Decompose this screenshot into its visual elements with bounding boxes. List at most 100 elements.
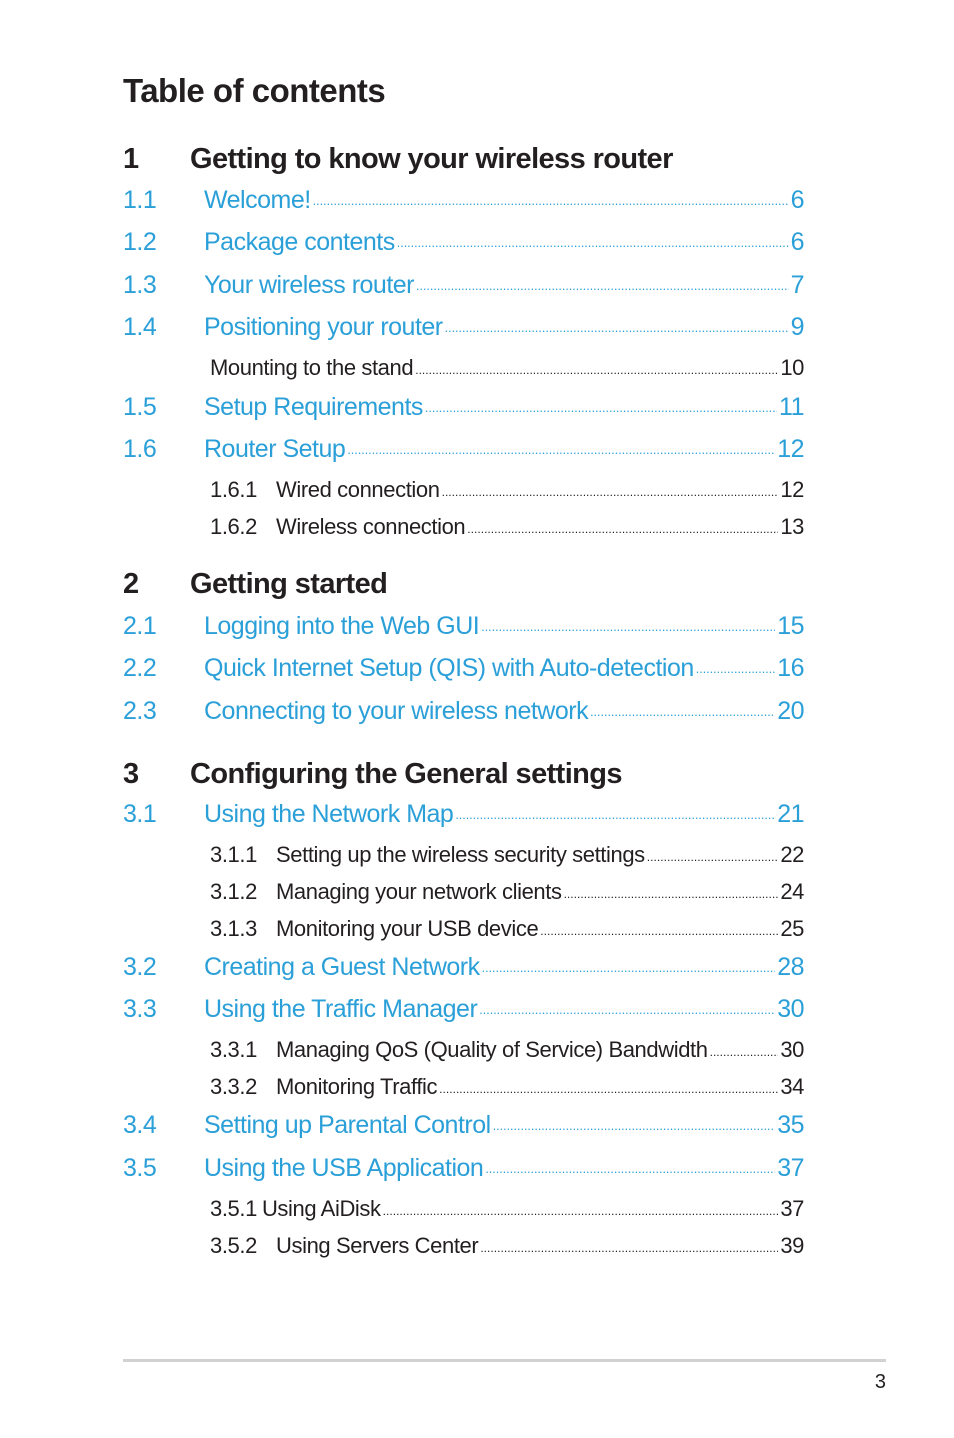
chapter-heading: 1 Getting to know your wireless router bbox=[123, 143, 823, 176]
toc-subsection-link[interactable]: 3.5.1Using AiDisk 37 bbox=[210, 1194, 804, 1222]
dot-leader bbox=[415, 353, 778, 375]
entry-number: 1.6.1 bbox=[210, 477, 257, 502]
entry-number: 3.2 bbox=[123, 953, 157, 981]
entry-number: 1.5 bbox=[123, 393, 157, 421]
entry-number: 3.3.2 bbox=[210, 1074, 257, 1099]
dot-leader bbox=[439, 1072, 778, 1094]
toc-subsection-link[interactable]: 1.6.2 Wireless connection 13 bbox=[210, 512, 804, 540]
entry-page-number: 12 bbox=[780, 477, 804, 502]
entry-number: 2.1 bbox=[123, 612, 157, 640]
entry-label: Quick Internet Setup (QIS) with Auto-det… bbox=[204, 654, 694, 682]
entry-label: Logging into the Web GUI bbox=[204, 612, 480, 640]
toc-section-link[interactable]: 2.2 Quick Internet Setup (QIS) with Auto-… bbox=[123, 651, 804, 683]
toc-section-link[interactable]: 3.3 Using the Traffic Manager 30 bbox=[123, 992, 804, 1024]
entry-number: 3.3.1 bbox=[210, 1037, 257, 1062]
entry-page-number: 28 bbox=[777, 953, 804, 981]
toc-subsection-link[interactable]: 1.6.1 Wired connection 12 bbox=[210, 475, 804, 503]
entry-label: Managing QoS (Quality of Service) Bandwi… bbox=[276, 1037, 708, 1062]
chapter-number: 1 bbox=[123, 143, 139, 175]
toc-section-link[interactable]: 1.3 Your wireless router 7 bbox=[123, 268, 805, 300]
toc-subsection-link[interactable]: 3.5.2 Using Servers Center 39 bbox=[210, 1231, 804, 1259]
entry-page-number: 13 bbox=[780, 514, 804, 539]
entry-label: Router Setup bbox=[204, 435, 346, 463]
entry-page-number: 30 bbox=[777, 995, 804, 1023]
entry-label: Setting up the wireless security setting… bbox=[276, 842, 645, 867]
entry-page-number: 9 bbox=[790, 313, 805, 341]
chapter-title: Configuring the General settings bbox=[190, 758, 623, 790]
toc-section-link[interactable]: 3.1 Using the Network Map 21 bbox=[123, 797, 804, 829]
toc-section-link[interactable]: 1.4 Positioning your router 9 bbox=[123, 310, 805, 342]
entry-label: Welcome! bbox=[204, 186, 311, 214]
entry-label: Connecting to your wireless network bbox=[204, 697, 589, 725]
entry-page-number: 21 bbox=[777, 800, 804, 828]
entry-number: 1.3 bbox=[123, 271, 157, 299]
dot-leader bbox=[540, 914, 778, 936]
toc-section-link[interactable]: 2.3 Connecting to your wireless network 20 bbox=[123, 694, 804, 726]
toc-section-link[interactable]: 1.5 Setup Requirements 11 bbox=[123, 390, 804, 422]
toc-subsection-link[interactable]: 3.1.1 Setting up the wireless security se… bbox=[210, 840, 804, 868]
entry-page-number: 11 bbox=[779, 393, 804, 421]
dot-leader bbox=[479, 992, 775, 1017]
entry-label: Using the Network Map bbox=[204, 800, 454, 828]
entry-number: 3.5.2 bbox=[210, 1233, 257, 1258]
chapter-title: Getting started bbox=[190, 568, 388, 600]
entry-page-number: 16 bbox=[777, 654, 804, 682]
entry-number: 3.1.2 bbox=[210, 879, 257, 904]
toc-section-link[interactable]: 3.2 Creating a Guest Network 28 bbox=[123, 950, 804, 982]
dot-leader bbox=[590, 694, 775, 719]
entry-label: Package contents bbox=[204, 228, 395, 256]
dot-leader bbox=[493, 1108, 776, 1133]
chapter-heading: 2 Getting started bbox=[123, 568, 823, 601]
toc-subsection-link[interactable]: 3.3.1 Managing QoS (Quality of Service) B… bbox=[210, 1035, 804, 1063]
entry-label: Using AiDisk bbox=[261, 1196, 381, 1221]
dot-leader bbox=[445, 310, 789, 335]
toc-section-link[interactable]: 1.1 Welcome! 6 bbox=[123, 183, 805, 215]
entry-label: Using the USB Application bbox=[204, 1154, 484, 1182]
entry-number: 3.5 bbox=[123, 1154, 157, 1182]
entry-page-number: 10 bbox=[780, 355, 804, 380]
toc-subsection-link[interactable]: Mounting to the stand 10 bbox=[210, 353, 804, 381]
entry-number: 3.3 bbox=[123, 995, 157, 1023]
entry-page-number: 35 bbox=[777, 1111, 804, 1139]
entry-label: Your wireless router bbox=[204, 271, 415, 299]
entry-label: Mounting to the stand bbox=[210, 355, 414, 380]
entry-number: 2.3 bbox=[123, 697, 157, 725]
toc-section-link[interactable]: 1.2 Package contents 6 bbox=[123, 225, 805, 257]
entry-page-number: 15 bbox=[777, 612, 804, 640]
entry-page-number: 22 bbox=[780, 842, 804, 867]
entry-number: 3.1.3 bbox=[210, 916, 257, 941]
toc-section-link[interactable]: 3.5 Using the USB Application 37 bbox=[123, 1151, 804, 1183]
toc-section-link[interactable]: 3.4 Setting up Parental Control 35 bbox=[123, 1108, 804, 1140]
entry-page-number: 39 bbox=[780, 1233, 804, 1258]
entry-label: Creating a Guest Network bbox=[204, 953, 480, 981]
entry-page-number: 6 bbox=[790, 186, 805, 214]
toc-section-link[interactable]: 2.1 Logging into the Web GUI 15 bbox=[123, 609, 804, 641]
entry-page-number: 6 bbox=[790, 228, 805, 256]
toc-section-link[interactable]: 1.6 Router Setup 12 bbox=[123, 432, 804, 464]
dot-leader bbox=[481, 609, 775, 634]
entry-page-number: 24 bbox=[780, 879, 804, 904]
entry-label: Setting up Parental Control bbox=[204, 1111, 491, 1139]
entry-number: 1.4 bbox=[123, 313, 157, 341]
dot-leader bbox=[467, 512, 778, 534]
dot-leader bbox=[442, 475, 779, 497]
entry-label: Wireless connection bbox=[276, 514, 466, 539]
toc-subsection-link[interactable]: 3.3.2 Monitoring Traffic 34 bbox=[210, 1072, 804, 1100]
dot-leader bbox=[397, 225, 789, 250]
entry-page-number: 34 bbox=[780, 1074, 804, 1099]
dot-leader bbox=[383, 1194, 779, 1216]
dot-leader bbox=[480, 1231, 778, 1253]
entry-label: Monitoring your USB device bbox=[276, 916, 539, 941]
entry-page-number: 7 bbox=[790, 271, 805, 299]
entry-label: Using Servers Center bbox=[276, 1233, 479, 1258]
dot-leader bbox=[455, 797, 775, 822]
entry-page-number: 20 bbox=[777, 697, 804, 725]
dot-leader bbox=[482, 950, 776, 975]
toc-subsection-link[interactable]: 3.1.2 Managing your network clients 24 bbox=[210, 877, 804, 905]
page-title: Table of contents bbox=[123, 72, 386, 109]
dot-leader bbox=[416, 268, 789, 293]
dot-leader bbox=[425, 390, 777, 415]
entry-page-number: 37 bbox=[777, 1154, 804, 1182]
entry-page-number: 30 bbox=[780, 1037, 804, 1062]
toc-subsection-link[interactable]: 3.1.3 Monitoring your USB device 25 bbox=[210, 914, 804, 942]
